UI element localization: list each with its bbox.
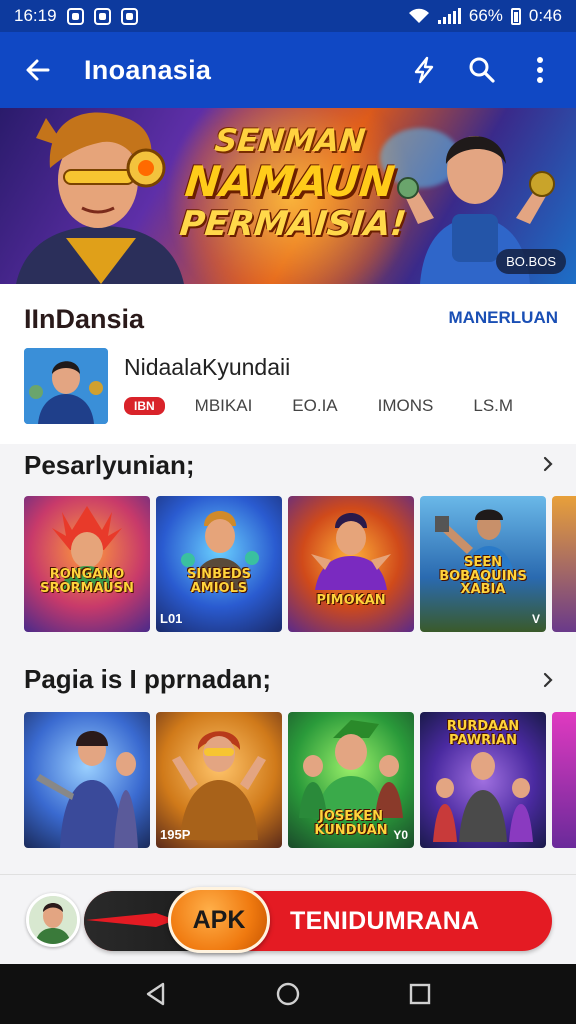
banner-line-2: NAMAUN <box>182 157 398 206</box>
card-tag: L01 <box>160 611 183 626</box>
avatar <box>26 893 80 947</box>
nav-back-button[interactable] <box>140 978 172 1010</box>
game-card[interactable]: 195P <box>156 712 282 848</box>
section-title: IInDansia <box>24 304 145 334</box>
card-tag: 195P <box>160 827 191 842</box>
home-circle-icon <box>276 982 300 1006</box>
game-card[interactable]: JOSEKEN KUNDUAN Y0 <box>288 712 414 848</box>
row-2-title: Pagia is I pprnadan; <box>24 664 272 694</box>
app-header: IInDansia MANERLUAN NidaalaKyundaii IBN … <box>0 284 576 444</box>
banner-headline: SENMAN NAMAUN PERMAISIA! <box>177 123 409 244</box>
search-icon <box>469 57 495 83</box>
battery-icon <box>510 7 521 25</box>
game-card[interactable]: 29 <box>552 712 576 848</box>
game-card[interactable]: SEEN BOBAQUINS XABIA V <box>420 496 546 632</box>
flash-icon <box>414 56 434 84</box>
meta-item: MBIKAI <box>194 396 253 415</box>
chevron-right-icon[interactable] <box>540 456 556 472</box>
game-card[interactable] <box>24 712 150 848</box>
rating-badge: IBN <box>124 397 165 415</box>
system-nav-bar <box>0 964 576 1024</box>
chevron-right-icon[interactable] <box>540 672 556 688</box>
meta-item: EO.IA <box>292 396 338 415</box>
app-bar-title: Inoanasia <box>84 54 212 85</box>
more-options-button[interactable] <box>522 52 558 88</box>
game-card[interactable]: SINBEDS AMIOLS L01 <box>156 496 282 632</box>
app-bar: Inoanasia <box>0 32 576 108</box>
back-arrow-icon <box>26 59 50 81</box>
install-button-label: TENIDUMRANA <box>290 907 480 935</box>
card-title: SEEN BOBAQUINS XABIA <box>439 555 527 598</box>
game-card[interactable]: PIMOKAN <box>288 496 414 632</box>
row-1-cards: RONGANO SRORMAUSN SINBEDS AMIOLS L01 PIM… <box>24 496 576 632</box>
recents-square-icon <box>409 983 431 1005</box>
status-time-right: 0:46 <box>528 6 562 25</box>
banner-line-1: SENMAN <box>213 123 368 159</box>
nav-recents-button[interactable] <box>404 978 436 1010</box>
row-2-cards: 195P JOSEKEN KUNDUAN Y0 RURDAAN PAWRIAN <box>24 712 576 848</box>
notification-icon <box>66 7 84 25</box>
banner-line-3: PERMAISIA! <box>177 204 409 244</box>
arrow-streak-icon <box>86 913 176 927</box>
flash-button[interactable] <box>406 52 442 88</box>
content: IInDansia MANERLUAN NidaalaKyundaii IBN … <box>0 284 576 874</box>
screen: 16:19 66% 0:46 Inoanasia SENMAN NAMAUN P… <box>0 0 576 1024</box>
apk-badge[interactable]: APK <box>168 887 270 953</box>
card-tag: Y0 <box>393 828 408 842</box>
app-icon-image <box>24 348 108 424</box>
meta-item: LS.M <box>473 396 514 415</box>
nav-home-button[interactable] <box>272 978 304 1010</box>
status-time-left: 16:19 <box>14 6 57 25</box>
manage-link[interactable]: MANERLUAN <box>448 308 558 328</box>
card-art <box>36 731 138 848</box>
wifi-icon <box>408 8 429 23</box>
meta-item: IMONS <box>377 396 434 415</box>
search-button[interactable] <box>464 52 500 88</box>
install-bar: APK TENIDUMRANA <box>0 874 576 964</box>
back-button[interactable] <box>18 50 58 90</box>
banner-badge: BO.BOS <box>496 249 566 274</box>
back-triangle-icon <box>146 982 165 1006</box>
game-card[interactable]: 29 <box>552 496 576 632</box>
card-title: SINBEDS AMIOLS <box>186 567 252 596</box>
card-tag: V <box>531 612 540 626</box>
notification-icon <box>120 7 138 25</box>
card-art <box>172 731 266 840</box>
card-art <box>433 752 533 842</box>
card-art <box>299 720 403 818</box>
card-title: PIMOKAN <box>316 593 386 608</box>
promo-banner[interactable]: SENMAN NAMAUN PERMAISIA! BO.BOS <box>0 108 576 284</box>
app-icon[interactable] <box>24 348 108 424</box>
game-card[interactable]: RURDAAN PAWRIAN <box>420 712 546 848</box>
battery-percent: 66% <box>468 6 503 25</box>
signal-icon <box>437 8 461 24</box>
row-1-title: Pesarlyunian; <box>24 450 195 480</box>
hero-character-left <box>16 112 184 284</box>
card-art <box>311 513 391 590</box>
more-vert-icon <box>537 57 543 83</box>
status-bar: 16:19 66% 0:46 <box>0 0 576 32</box>
game-card[interactable]: RONGANO SRORMAUSN <box>24 496 150 632</box>
notification-icon <box>93 7 111 25</box>
card-title: RONGANO SRORMAUSN <box>40 567 134 596</box>
app-meta-row: IBN MBIKAI EO.IA IMONS LS.M <box>124 396 553 416</box>
app-name: NidaalaKyundaii <box>124 354 291 380</box>
